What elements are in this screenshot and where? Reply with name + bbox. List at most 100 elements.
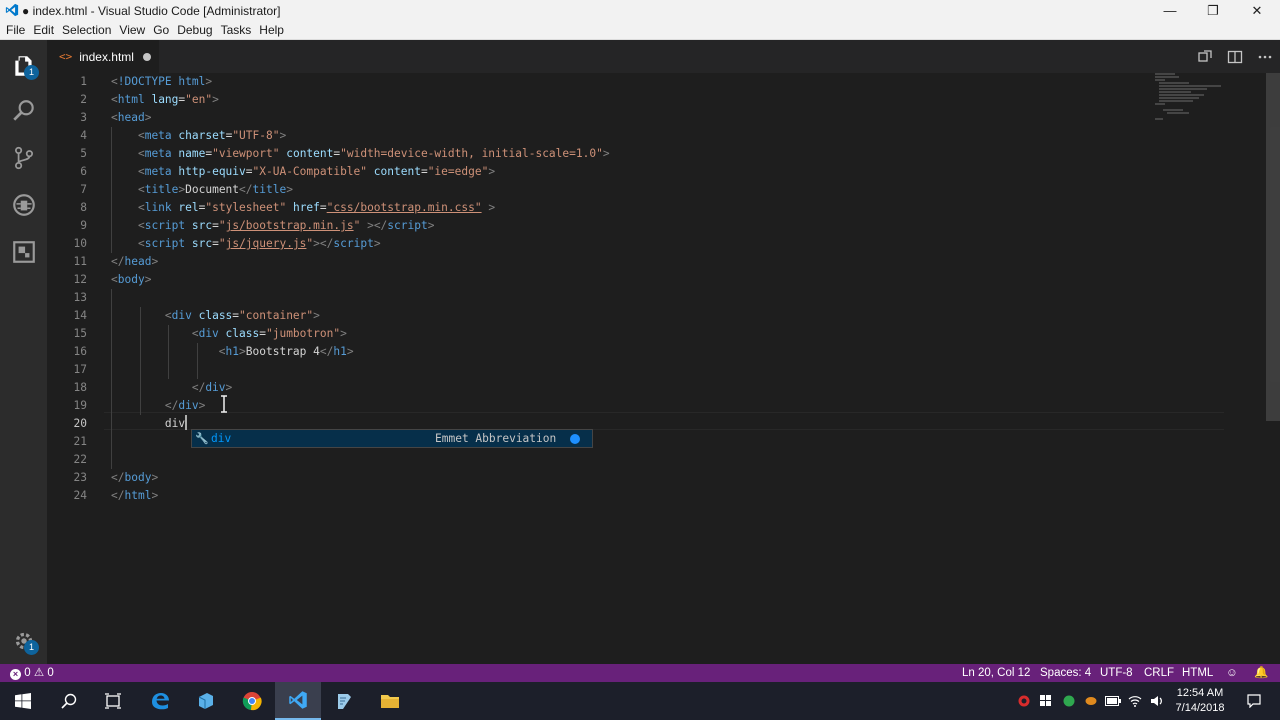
debug-button[interactable]	[0, 181, 47, 228]
shield-tray-icon[interactable]	[1058, 682, 1080, 720]
explorer-badge: 1	[24, 65, 39, 80]
more-icon	[1258, 55, 1272, 58]
warning-icon: ⚠	[33, 667, 45, 679]
cursor-position[interactable]: Ln 20, Col 12	[962, 664, 1030, 682]
editor-actions	[1190, 40, 1280, 73]
restore-button[interactable]: ❐	[1190, 0, 1236, 21]
code-line: 11 </head>	[73, 255, 159, 268]
status-bar: × 0 ⚠ 0 Ln 20, Col 12 Spaces: 4 UTF-8 CR…	[0, 664, 1280, 682]
code-line: 9 <script src="js/bootstrap.min.js" ></s…	[80, 219, 435, 232]
code-line: 7 <title>Document</title>	[80, 183, 293, 196]
chrome-icon	[242, 692, 262, 711]
typed-text: div	[164, 417, 186, 430]
suggestion-label: div	[211, 432, 232, 445]
menu-edit[interactable]: Edit	[29, 21, 58, 40]
more-actions-button[interactable]	[1250, 40, 1280, 73]
code-editor[interactable]: 1 <!DOCTYPE html> 2 <html lang="en"> 3 <hea…	[47, 73, 1280, 664]
code-line: 18 </div>	[73, 381, 233, 394]
task-view-icon	[105, 693, 121, 709]
action-center-icon[interactable]	[1243, 682, 1265, 720]
menu-view[interactable]: View	[115, 21, 149, 40]
code-line: 14 <div class="container">	[73, 309, 320, 322]
volume-tray-icon[interactable]	[1146, 682, 1168, 720]
code-line: 3 <head>	[80, 111, 152, 124]
menu-tasks[interactable]: Tasks	[217, 21, 256, 40]
line-endings[interactable]: CRLF	[1144, 664, 1174, 682]
extensions-button[interactable]	[0, 228, 47, 275]
menu-debug[interactable]: Debug	[173, 21, 216, 40]
code-line: 12 <body>	[73, 273, 152, 286]
network-tray-icon[interactable]	[1124, 682, 1146, 720]
explorer-button[interactable]: 1	[0, 42, 47, 89]
notepad-button[interactable]	[321, 682, 367, 720]
menu-selection[interactable]: Selection	[58, 21, 115, 40]
tab-label: index.html	[79, 49, 134, 64]
record-tray-icon[interactable]	[1013, 682, 1035, 720]
app-tray-icon[interactable]	[1080, 682, 1102, 720]
start-button[interactable]	[0, 682, 46, 720]
search-button[interactable]	[46, 682, 92, 720]
problems-indicator[interactable]: × 0 ⚠ 0	[10, 664, 54, 682]
source-control-icon	[14, 146, 33, 169]
code-line: 6 <meta http-equiv="X-UA-Compatible" con…	[80, 165, 496, 178]
info-icon[interactable]	[570, 434, 580, 444]
close-button[interactable]: ✕	[1234, 0, 1280, 21]
vertical-scrollbar[interactable]	[1266, 73, 1280, 421]
vscode-window: ● index.html - Visual Studio Code [Admin…	[0, 0, 1280, 682]
source-control-button[interactable]	[0, 134, 47, 181]
notepad-icon	[338, 694, 351, 709]
minimize-button[interactable]: —	[1147, 0, 1193, 21]
file-explorer-icon	[381, 695, 399, 708]
suggestion-item[interactable]: 🔧 div Emmet Abbreviation	[192, 430, 592, 447]
vscode-icon	[289, 691, 307, 709]
manage-button[interactable]: 1	[0, 617, 47, 664]
split-editor-icon	[1227, 50, 1243, 63]
suggestion-detail: Emmet Abbreviation	[435, 432, 557, 445]
feedback-smiley-icon[interactable]: ☺	[1226, 664, 1238, 682]
open-preview-button[interactable]	[1190, 40, 1220, 73]
code-line: 8 <link rel="stylesheet" href="css/boots…	[80, 201, 496, 214]
split-editor-button[interactable]	[1220, 40, 1250, 73]
chrome-button[interactable]	[229, 682, 275, 720]
menu-help[interactable]: Help	[255, 21, 288, 40]
html-file-icon: <>	[59, 50, 73, 63]
security-tray-icon[interactable]	[1035, 682, 1057, 720]
code-line: 2 <html lang="en">	[80, 93, 219, 106]
vscode-taskbar-button[interactable]	[275, 682, 321, 720]
task-view-button[interactable]	[90, 682, 136, 720]
activity-bar: 1 1	[0, 40, 47, 664]
open-changes-icon	[1198, 49, 1212, 62]
taskbar-clock[interactable]: 12:54 AM 7/14/2018	[1170, 686, 1230, 716]
editor-tabs: <> index.html	[47, 40, 1280, 73]
clock-time: 12:54 AM	[1176, 687, 1224, 699]
code-line: 16 <h1>Bootstrap 4</h1>	[73, 345, 354, 358]
window-title: ● index.html - Visual Studio Code [Admin…	[22, 4, 281, 18]
menu-file[interactable]: File	[2, 21, 29, 40]
debug-icon	[12, 193, 35, 216]
edge-button[interactable]	[137, 682, 183, 720]
windows-logo-icon	[15, 693, 31, 709]
notifications-bell-icon[interactable]: 🔔	[1254, 664, 1268, 682]
menu-go[interactable]: Go	[149, 21, 173, 40]
text-cursor	[185, 415, 188, 430]
code-line: 5 <meta name="viewport" content="width=d…	[80, 147, 610, 160]
file-app-button[interactable]	[183, 682, 229, 720]
tab-index-html[interactable]: <> index.html	[47, 40, 159, 73]
unsaved-dot-icon[interactable]	[143, 53, 151, 61]
code-line: 24 </html>	[73, 489, 159, 502]
code-line: 4 <meta charset="UTF-8">	[80, 129, 287, 142]
code-line: 22	[73, 453, 87, 466]
encoding[interactable]: UTF-8	[1100, 664, 1133, 682]
indentation[interactable]: Spaces: 4	[1040, 664, 1091, 682]
battery-tray-icon[interactable]	[1102, 682, 1124, 720]
menu-bar: File Edit Selection View Go Debug Tasks …	[0, 21, 1280, 40]
search-view-button[interactable]	[0, 87, 47, 134]
code-line: 17	[73, 363, 87, 376]
file-explorer-button[interactable]	[367, 682, 413, 720]
minimap[interactable]	[1155, 73, 1225, 123]
suggestion-widget: 🔧 div Emmet Abbreviation	[191, 429, 593, 448]
text-cursor-icon	[221, 395, 227, 413]
code-line: 10 <script src="js/jquery.js"></script>	[73, 237, 381, 250]
language-mode[interactable]: HTML	[1182, 664, 1213, 682]
edge-icon	[152, 693, 169, 710]
